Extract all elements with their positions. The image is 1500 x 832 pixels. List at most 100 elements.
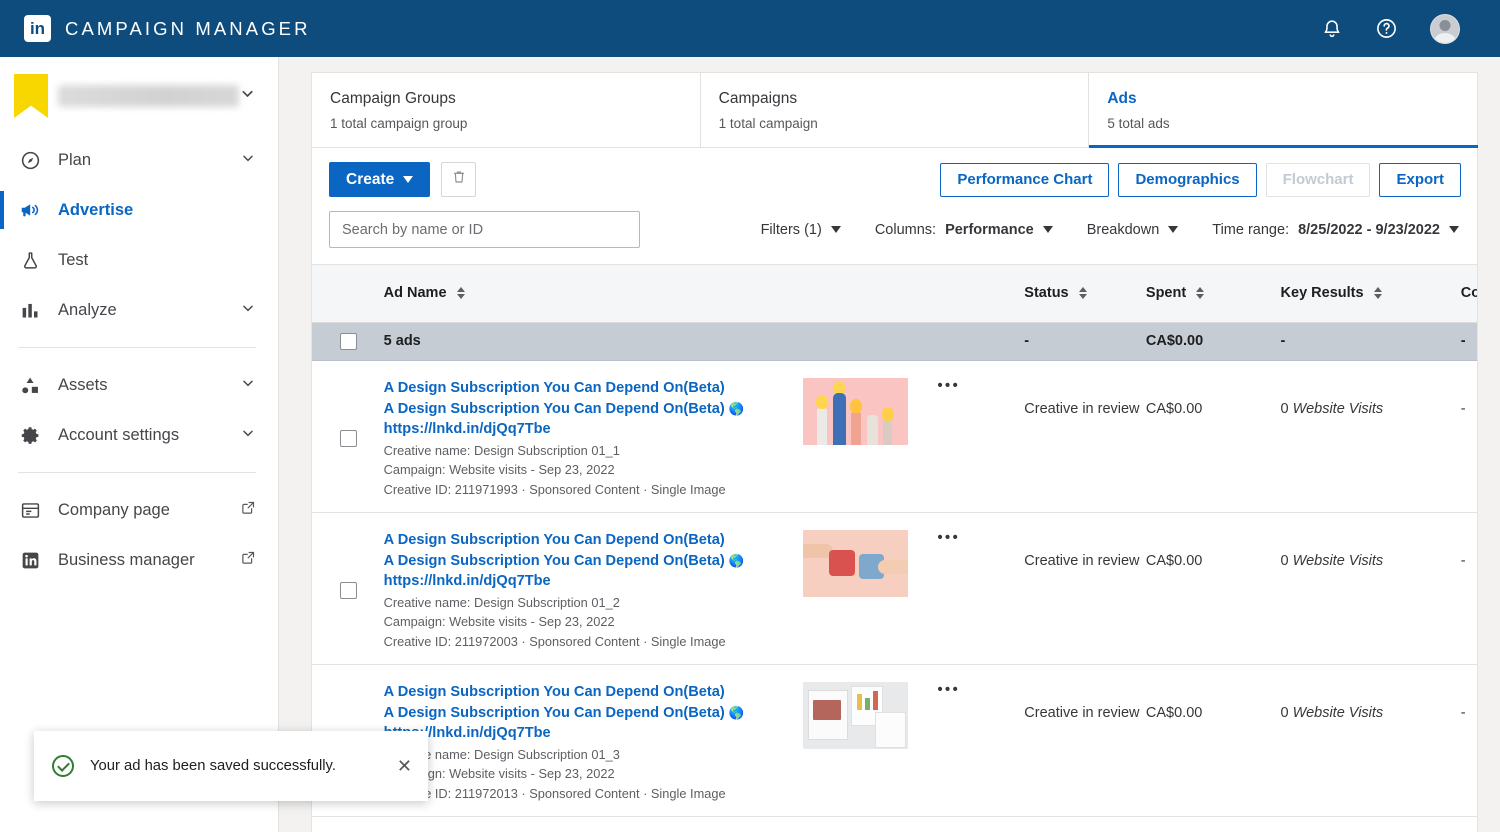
chevron-down-icon: [830, 226, 841, 233]
sidebar-item-test[interactable]: Test: [0, 235, 278, 285]
row-cost-per-cell: -: [1460, 816, 1477, 832]
row-more-actions-button[interactable]: •••: [937, 360, 1025, 513]
create-button[interactable]: Create: [329, 162, 431, 197]
chevron-down-icon: [240, 150, 256, 171]
tab-campaigns[interactable]: Campaigns 1 total campaign: [701, 73, 1090, 147]
total-spent-cell: CA$0.00: [1145, 322, 1281, 361]
sort-icon[interactable]: [456, 287, 465, 299]
row-cost-per-cell: -: [1460, 360, 1477, 513]
sidebar-item-company-page[interactable]: Company page: [0, 485, 278, 535]
sidebar-item-label: Analyze: [58, 300, 117, 319]
sidebar-item-account-settings[interactable]: Account settings: [0, 410, 278, 460]
sidebar-item-label: Test: [58, 250, 89, 269]
ad-url-link[interactable]: https://lnkd.in/djQq7Tbe: [384, 571, 803, 592]
campaign-name: Campaign: Website visits - Sep 23, 2022: [383, 462, 615, 477]
row-thumbnail-cell: [802, 664, 938, 817]
table-row: A Design Subscription You Can Depend On(…: [312, 664, 1477, 817]
sidebar-item-label: Assets: [58, 375, 108, 394]
row-checkbox-cell: [312, 360, 384, 513]
breakdown-label: Breakdown: [1086, 221, 1160, 238]
tab-ads[interactable]: Ads 5 total ads: [1089, 73, 1478, 148]
sidebar: Plan Advertise Test Analyze Assets Accou…: [0, 57, 279, 832]
creative-name: Creative name: Design Subscription 01_1: [383, 442, 620, 458]
table-total-row: 5 ads - CA$0.00 - -: [312, 322, 1477, 361]
bell-icon[interactable]: [1321, 18, 1343, 40]
globe-icon: 🌎: [728, 705, 745, 720]
sidebar-item-analyze[interactable]: Analyze: [0, 285, 278, 335]
ad-headline-link[interactable]: A Design Subscription You Can Depend On(…: [384, 551, 803, 572]
header-label: Spent: [1145, 285, 1187, 301]
time-range-dropdown[interactable]: Time range: 8/25/2022 - 9/23/2022: [1212, 222, 1459, 238]
account-switcher[interactable]: [0, 57, 278, 135]
total-label-cell: 5 ads: [383, 322, 803, 361]
user-avatar[interactable]: [1430, 13, 1460, 44]
close-icon[interactable]: ✕: [397, 757, 412, 775]
ad-headline-link[interactable]: A Design Subscription You Can Depend On(…: [384, 703, 803, 724]
header-cost-per[interactable]: Cost Pe: [1460, 264, 1477, 323]
ad-title-link[interactable]: A Design Subscription You Can Depend On(…: [384, 530, 803, 551]
table-body: 5 ads - CA$0.00 - - A Design Subscriptio…: [312, 322, 1477, 832]
campaign-manager-app: in CAMPAIGN MANAGER Plan Advertise Test …: [0, 0, 1500, 832]
breakdown-dropdown[interactable]: Breakdown: [1087, 222, 1179, 238]
total-actions-cell: [937, 322, 1025, 361]
sidebar-item-label: Account settings: [58, 425, 180, 444]
filter-controls: Filters (1) Columns: Performance Breakdo…: [727, 222, 1459, 238]
linkedin-icon: [18, 548, 42, 572]
tab-subtitle: 5 total ads: [1107, 116, 1170, 131]
total-thumb-cell: [802, 322, 938, 361]
columns-dropdown[interactable]: Columns: Performance: [875, 222, 1053, 238]
search-input[interactable]: [329, 211, 640, 248]
header-ad-name[interactable]: Ad Name: [383, 264, 803, 323]
header-actions: [937, 264, 1025, 323]
sidebar-item-plan[interactable]: Plan: [0, 135, 278, 185]
header-key-results[interactable]: Key Results: [1280, 264, 1461, 323]
row-more-actions-button[interactable]: •••: [937, 512, 1025, 665]
brand-logo-group[interactable]: in CAMPAIGN MANAGER: [24, 15, 311, 42]
header-status[interactable]: Status: [1024, 264, 1146, 323]
delete-button[interactable]: [441, 162, 477, 197]
header-spent[interactable]: Spent: [1145, 264, 1281, 323]
select-all-checkbox[interactable]: [340, 333, 357, 350]
row-checkbox-cell: [312, 512, 384, 665]
chevron-down-icon: [240, 425, 256, 446]
tab-title: Campaign Groups: [330, 90, 456, 107]
row-checkbox[interactable]: [340, 581, 357, 599]
row-checkbox[interactable]: [340, 429, 357, 447]
tab-subtitle: 1 total campaign: [718, 116, 818, 131]
row-more-actions-button[interactable]: •••: [937, 664, 1025, 817]
sidebar-item-business-manager[interactable]: Business manager: [0, 535, 278, 585]
total-checkbox-cell: [312, 322, 384, 361]
sort-icon[interactable]: [1078, 287, 1087, 299]
row-ad-name-cell: A Design Subscription You Can Depend On(…: [383, 512, 803, 665]
entity-tabs: Campaign Groups 1 total campaign group C…: [312, 73, 1478, 148]
action-toolbar: Create Performance Chart Demographics Fl…: [312, 148, 1477, 211]
flask-icon: [18, 248, 42, 272]
ad-thumbnail-image: [802, 682, 908, 749]
sort-icon[interactable]: [1373, 287, 1382, 299]
sidebar-item-advertise[interactable]: Advertise: [0, 185, 278, 235]
ad-url-link[interactable]: https://lnkd.in/djQq7Tbe: [384, 723, 803, 744]
row-status-cell: Creative in review: [1024, 512, 1146, 665]
ad-title-link[interactable]: A Design Subscription You Can Depend On(…: [384, 378, 803, 399]
filters-dropdown[interactable]: Filters (1): [761, 222, 841, 238]
ad-title-link[interactable]: A Design Subscription You Can Depend On(…: [384, 682, 803, 703]
demographics-button[interactable]: Demographics: [1118, 162, 1257, 197]
row-more-actions-button[interactable]: •••: [937, 816, 1025, 832]
performance-chart-button[interactable]: Performance Chart: [940, 162, 1110, 197]
ads-panel: Campaign Groups 1 total campaign group C…: [311, 72, 1478, 832]
header-thumbnail: [802, 264, 938, 323]
ad-headline-link[interactable]: A Design Subscription You Can Depend On(…: [384, 399, 803, 420]
question-circle-icon[interactable]: [1375, 17, 1398, 40]
ads-table-container: Ad Name Status Spent Key Results Co 5 ad…: [312, 264, 1477, 832]
sort-icon[interactable]: [1196, 287, 1205, 299]
ad-url-link[interactable]: https://lnkd.in/djQq7Tbe: [384, 419, 803, 440]
sidebar-item-assets[interactable]: Assets: [0, 360, 278, 410]
megaphone-icon: [18, 198, 42, 222]
topbar-actions: [1321, 13, 1460, 44]
export-button[interactable]: Export: [1379, 162, 1461, 197]
chevron-down-icon: [1449, 226, 1459, 233]
tab-campaign-groups[interactable]: Campaign Groups 1 total campaign group: [312, 73, 701, 147]
columns-value: Performance: [945, 221, 1034, 238]
globe-icon: 🌎: [728, 401, 745, 416]
row-cost-per-cell: -: [1460, 664, 1477, 817]
